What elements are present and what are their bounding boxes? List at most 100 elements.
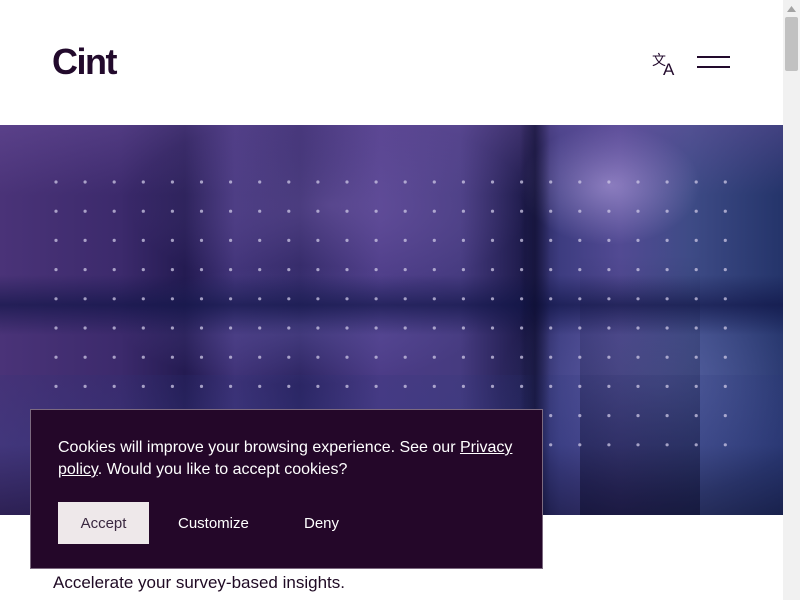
grid-dot [54, 384, 58, 388]
customize-cookies-button[interactable]: Customize [178, 502, 249, 544]
grid-dot [258, 326, 262, 330]
grid-dot [374, 180, 378, 184]
grid-dot [549, 297, 553, 301]
grid-dot [170, 238, 174, 242]
scroll-up-arrow-icon[interactable] [783, 0, 800, 17]
grid-dot [490, 238, 495, 242]
translate-icon: 文 A [652, 53, 675, 79]
accept-cookies-button[interactable]: Accept [58, 502, 149, 544]
grid-dot [723, 355, 727, 359]
grid-dot [229, 297, 233, 301]
grid-dot [461, 355, 465, 359]
grid-dot [229, 268, 233, 272]
grid-dot [636, 268, 640, 272]
site-header: Cint 文 A [0, 0, 783, 125]
grid-dot [170, 180, 174, 184]
grid-dot [578, 180, 582, 184]
grid-dot [403, 209, 407, 213]
grid-dot [287, 268, 291, 272]
grid-dot [520, 180, 524, 184]
grid-dot [403, 384, 407, 388]
grid-dot [636, 414, 640, 418]
grid-dot [723, 268, 727, 272]
grid-dot [578, 326, 582, 330]
grid-dot [694, 268, 698, 272]
menu-button[interactable] [697, 55, 731, 71]
grid-dot [54, 268, 58, 272]
grid-dot [636, 326, 640, 330]
grid-dot [723, 238, 727, 242]
grid-dot [141, 209, 145, 213]
language-button[interactable]: 文 A [651, 51, 681, 79]
grid-dot [54, 297, 58, 301]
grid-dot [520, 209, 524, 213]
grid-dot [694, 180, 698, 184]
vertical-scrollbar[interactable] [783, 0, 800, 600]
grid-dot [258, 355, 262, 359]
grid-dot [199, 209, 204, 213]
grid-dot [520, 326, 524, 330]
hamburger-menu-icon-bar [697, 66, 730, 68]
grid-dot [199, 326, 204, 330]
grid-dot [258, 180, 262, 184]
grid-dot [141, 238, 145, 242]
grid-dot [636, 443, 640, 447]
grid-dot [345, 326, 349, 330]
grid-dot [199, 268, 204, 272]
grid-dot [170, 355, 174, 359]
grid-dot [374, 384, 378, 388]
grid-dot [520, 297, 524, 301]
grid-dot [694, 414, 698, 418]
grid-dot [694, 355, 698, 359]
grid-dot [258, 209, 262, 213]
grid-dot [578, 268, 582, 272]
grid-dot [578, 414, 582, 418]
grid-dot [665, 443, 669, 447]
grid-dot [549, 180, 553, 184]
grid-dot [665, 238, 669, 242]
grid-dot [170, 326, 174, 330]
grid-dot [403, 238, 407, 242]
grid-dot [694, 297, 698, 301]
grid-dot [723, 384, 727, 388]
grid-dot [461, 326, 465, 330]
grid-dot [170, 268, 174, 272]
grid-dot [665, 209, 669, 213]
grid-dot [112, 326, 116, 330]
grid-dot [141, 180, 145, 184]
grid-dot [54, 238, 58, 242]
grid-dot [199, 180, 204, 184]
grid-dot [636, 209, 640, 213]
grid-dot [636, 384, 640, 388]
cint-logo[interactable]: Cint [52, 40, 117, 84]
grid-dot [403, 180, 407, 184]
grid-dot [112, 384, 116, 388]
grid-dot [578, 209, 582, 213]
grid-dot [520, 355, 524, 359]
scrollbar-thumb[interactable] [785, 17, 798, 71]
grid-dot [316, 355, 320, 359]
grid-dot [83, 209, 87, 213]
grid-dot [345, 268, 349, 272]
grid-dot [316, 384, 320, 388]
grid-dot [287, 180, 291, 184]
grid-dot [287, 238, 291, 242]
grid-dot [636, 180, 640, 184]
grid-dot [694, 384, 698, 388]
grid-dot [170, 209, 174, 213]
grid-dot [665, 297, 669, 301]
grid-dot [258, 268, 262, 272]
grid-dot [432, 326, 436, 330]
grid-dot [287, 355, 291, 359]
grid-dot [490, 355, 495, 359]
grid-dot [287, 384, 291, 388]
grid-dot [578, 384, 582, 388]
deny-cookies-button[interactable]: Deny [304, 502, 339, 544]
grid-dot [374, 209, 378, 213]
grid-dot [636, 238, 640, 242]
grid-dot [723, 209, 727, 213]
grid-dot [665, 326, 669, 330]
grid-dot [54, 180, 58, 184]
grid-dot [141, 384, 145, 388]
grid-dot [549, 326, 553, 330]
